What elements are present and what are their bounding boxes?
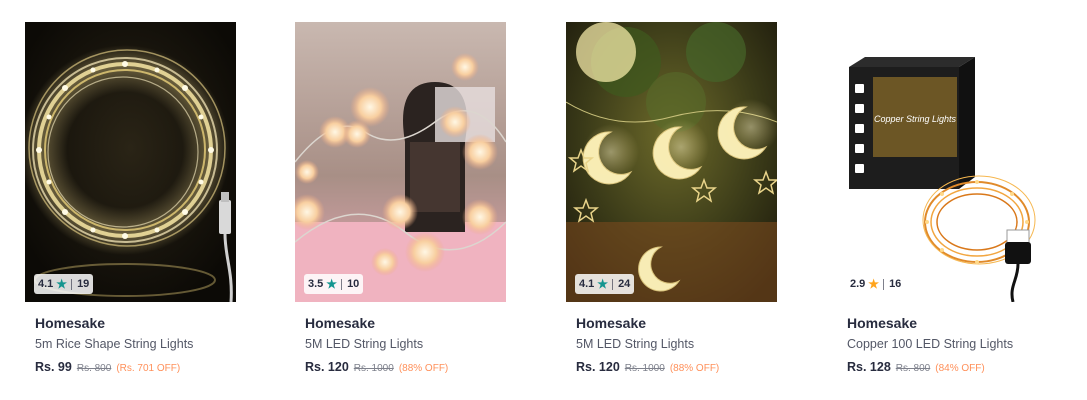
price-discount: (88% OFF) bbox=[669, 363, 720, 374]
rating-badge: 4.1 ★ 19 bbox=[34, 274, 94, 294]
price-current: Rs. 120 bbox=[576, 360, 620, 374]
rating-badge: 2.9 ★ 16 bbox=[846, 274, 906, 294]
product-name: Copper 100 LED String Lights bbox=[847, 337, 1014, 351]
rating-count: 19 bbox=[77, 278, 90, 290]
rating-badge: 3.5 ★ 10 bbox=[304, 274, 364, 294]
product-card[interactable]: Copper String Lights 2.9 ★ 16 Homesake C… bbox=[837, 22, 1048, 374]
price-mrp: Rs. 1000 bbox=[624, 363, 665, 374]
product-grid: 4.1 ★ 19 Homesake 5m Rice Shape String L… bbox=[0, 0, 1087, 400]
product-brand: Homesake bbox=[847, 315, 918, 331]
product-image[interactable]: 3.5 ★ 10 bbox=[295, 22, 506, 302]
rating-value: 3.5 bbox=[308, 278, 324, 290]
price-current: Rs. 128 bbox=[847, 360, 891, 374]
product-price: Rs. 120 Rs. 1000 (88% OFF) bbox=[576, 360, 777, 374]
rating-count: 24 bbox=[618, 278, 631, 290]
rating-badge: 4.1 ★ 24 bbox=[575, 274, 635, 294]
rating-count: 16 bbox=[889, 278, 902, 290]
price-current: Rs. 99 bbox=[35, 360, 72, 374]
price-mrp: Rs. 800 bbox=[895, 363, 931, 374]
price-current: Rs. 120 bbox=[305, 360, 349, 374]
product-price: Rs. 120 Rs. 1000 (88% OFF) bbox=[305, 360, 506, 374]
copper-lights-box-image: Copper String Lights bbox=[837, 22, 1048, 302]
rating-value: 4.1 bbox=[38, 278, 54, 290]
product-brand: Homesake bbox=[305, 315, 376, 331]
rating-divider bbox=[341, 278, 343, 290]
product-price: Rs. 99 Rs. 800 (Rs. 701 OFF) bbox=[35, 360, 236, 374]
product-card[interactable]: 4.1 ★ 24 Homesake 5M LED String Lights R… bbox=[566, 22, 777, 374]
product-image[interactable]: 4.1 ★ 24 bbox=[566, 22, 777, 302]
star-icon: ★ bbox=[326, 277, 338, 291]
product-name: 5M LED String Lights bbox=[576, 337, 695, 351]
product-brand: Homesake bbox=[576, 315, 647, 331]
star-icon: ★ bbox=[868, 277, 880, 291]
product-price: Rs. 128 Rs. 800 (84% OFF) bbox=[847, 360, 1048, 374]
product-name: 5m Rice Shape String Lights bbox=[35, 337, 194, 351]
price-mrp: Rs. 800 bbox=[76, 363, 112, 374]
price-discount: (Rs. 701 OFF) bbox=[116, 363, 181, 374]
price-discount: (84% OFF) bbox=[935, 363, 985, 374]
rating-divider bbox=[883, 278, 885, 290]
product-card[interactable]: 4.1 ★ 19 Homesake 5m Rice Shape String L… bbox=[25, 22, 236, 374]
product-image[interactable]: 4.1 ★ 19 bbox=[25, 22, 236, 302]
rating-value: 4.1 bbox=[579, 278, 595, 290]
star-icon: ★ bbox=[597, 277, 609, 291]
price-mrp: Rs. 1000 bbox=[353, 363, 394, 374]
price-discount: (88% OFF) bbox=[398, 363, 449, 374]
moon-star-lights-image bbox=[566, 22, 777, 302]
fluffy-ball-lights-image bbox=[295, 22, 506, 302]
product-name: 5M LED String Lights bbox=[305, 337, 424, 351]
rating-divider bbox=[612, 278, 614, 290]
product-card[interactable]: 3.5 ★ 10 Homesake 5M LED String Lights R… bbox=[295, 22, 506, 374]
star-icon: ★ bbox=[56, 277, 68, 291]
rating-value: 2.9 bbox=[850, 278, 866, 290]
product-brand: Homesake bbox=[35, 315, 106, 331]
package-title: Copper String Lights bbox=[874, 114, 957, 124]
rating-divider bbox=[71, 278, 73, 290]
product-image[interactable]: Copper String Lights 2.9 ★ 16 bbox=[837, 22, 1048, 302]
rating-count: 10 bbox=[347, 278, 360, 290]
string-lights-ring-image bbox=[25, 22, 236, 302]
